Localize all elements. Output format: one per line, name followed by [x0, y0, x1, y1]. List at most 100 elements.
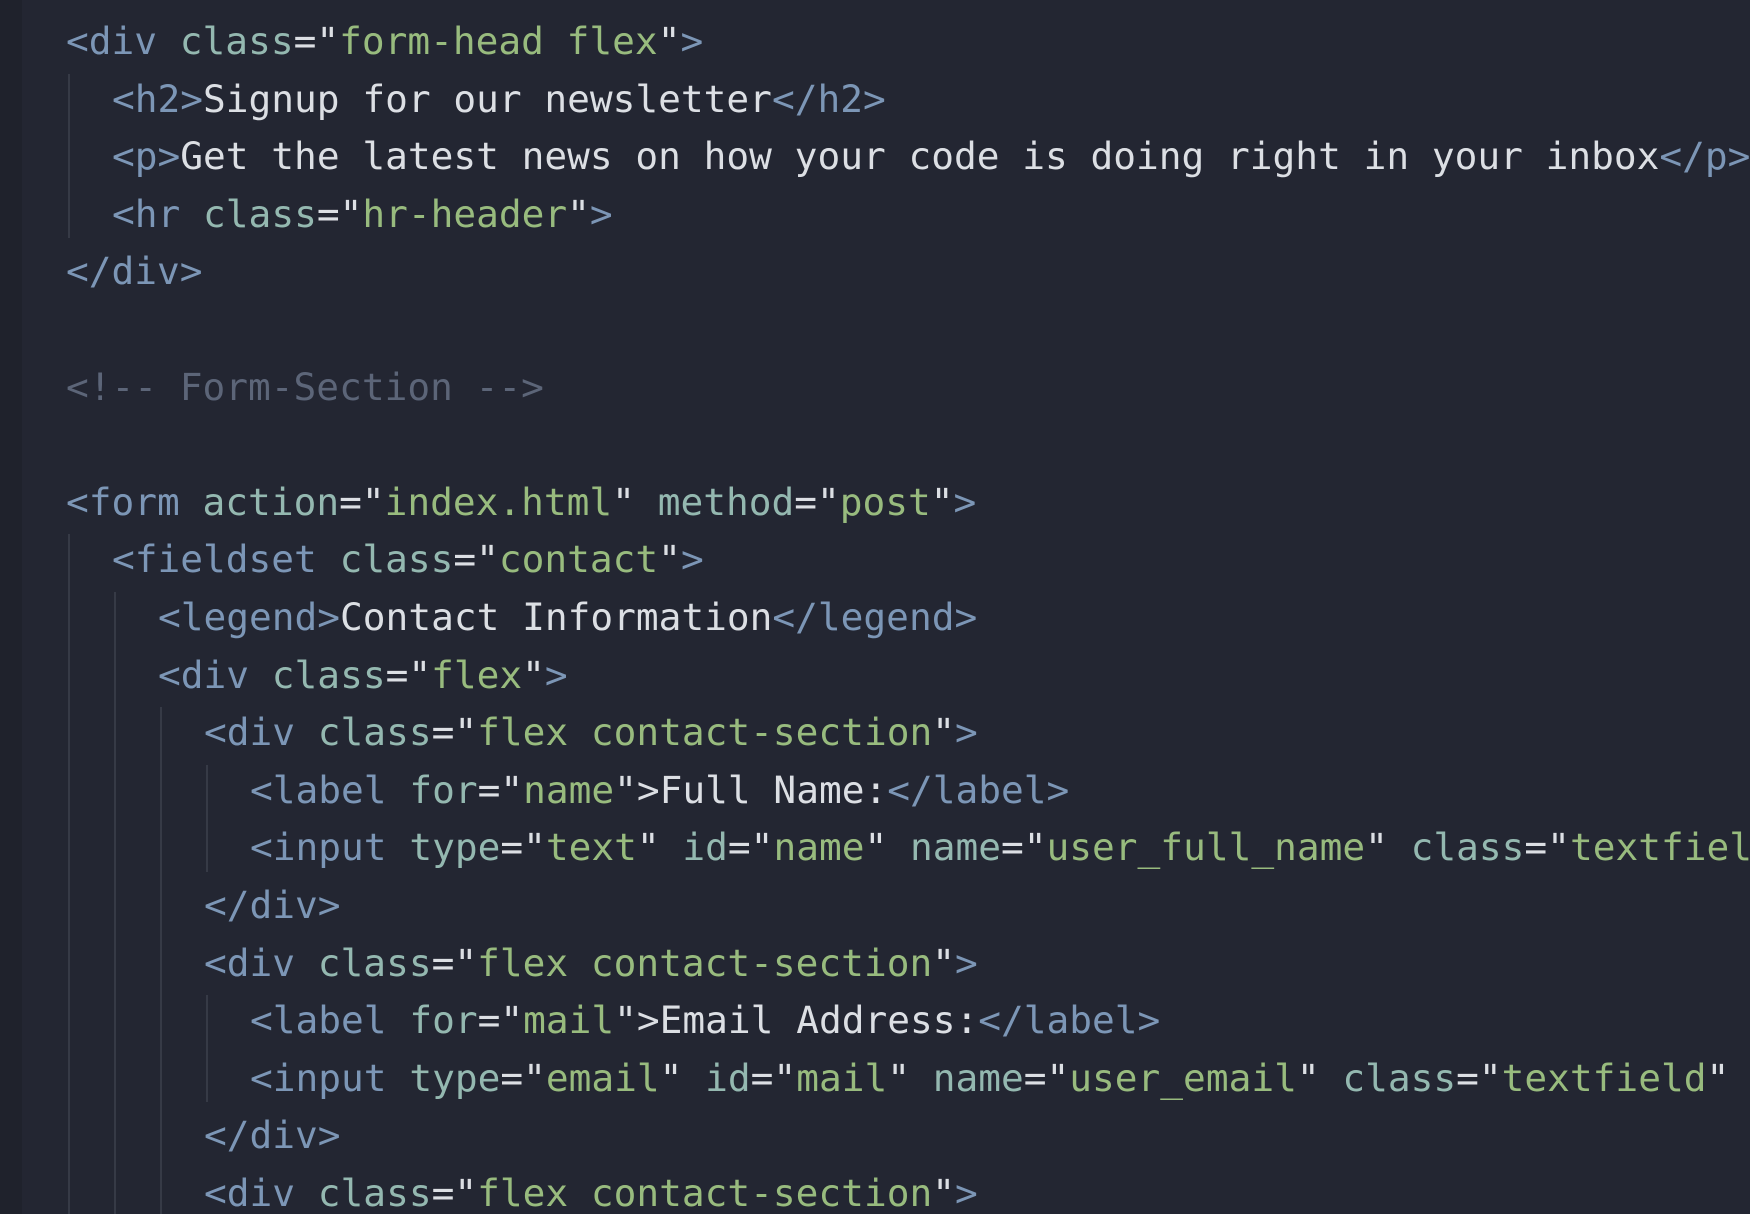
indent-guide — [160, 707, 162, 1214]
attribute-token: class — [317, 710, 432, 755]
tag-token: </h2> — [771, 76, 886, 121]
attribute-token: action — [202, 479, 340, 524]
punct-token — [295, 1171, 318, 1214]
attribute-token: class — [1342, 1055, 1457, 1100]
punct-token: =" — [431, 710, 478, 755]
tag-token: <input — [250, 825, 387, 870]
text-token: Signup for our newsletter — [203, 76, 772, 121]
attribute-token: type — [409, 825, 501, 870]
string-token: mail — [796, 1055, 888, 1100]
code-line: </div> — [204, 876, 341, 934]
code-line: <input type="text" id="name" name="user_… — [250, 818, 1750, 876]
tag-token: <div — [204, 1171, 296, 1214]
punct-token: =" — [1001, 825, 1047, 870]
punct-token: " — [657, 19, 681, 63]
tag-token: <p> — [112, 134, 181, 179]
punct-token: =" — [794, 479, 840, 524]
punct-token — [249, 653, 272, 697]
punct-token: =" — [750, 1055, 797, 1100]
punct-token: =" — [453, 537, 499, 582]
tag-token: <legend> — [158, 595, 341, 639]
code-line: <div class="flex contact-section"> — [204, 934, 978, 992]
punct-token: =" — [339, 479, 385, 524]
punct-token: =" — [1023, 1055, 1070, 1100]
tag-token: > — [680, 537, 704, 582]
string-token: name — [523, 767, 615, 812]
code-line: <div class="form-head flex"> — [66, 12, 703, 70]
punct-token: " — [1706, 1055, 1730, 1100]
code-line: <h2>Signup for our newsletter</h2> — [112, 70, 886, 128]
attribute-token: type — [409, 1055, 501, 1100]
tag-token: </label> — [887, 767, 1070, 812]
string-token: post — [839, 479, 931, 524]
string-token: mail — [523, 998, 615, 1043]
punct-token: =" — [727, 825, 774, 870]
punct-token: =" — [1456, 1055, 1502, 1100]
text-token: Full Name: — [659, 767, 888, 812]
tag-token: <fieldset — [112, 537, 317, 582]
punct-token: " — [1365, 825, 1411, 870]
attribute-token: class — [271, 652, 386, 697]
code-editor[interactable]: <div class="form-head flex"> <h2>Signup f… — [0, 0, 1750, 1214]
attribute-token: for — [409, 767, 478, 812]
punct-token: =" — [1524, 825, 1570, 870]
punct-token: " — [522, 652, 545, 697]
punct-token — [295, 941, 318, 985]
punct-token: " — [930, 479, 954, 524]
string-token: index.html — [384, 479, 613, 524]
tag-token: </div> — [204, 883, 341, 927]
tag-token: </p> — [1659, 134, 1750, 179]
comment-token: <!-- Form-Section --> — [66, 364, 544, 409]
punct-token: =" — [477, 767, 524, 812]
tag-token: <label — [250, 998, 387, 1043]
attribute-token: class — [203, 191, 317, 236]
code-line: <div class="flex contact-section"> — [204, 703, 978, 761]
punct-token: " — [932, 940, 955, 985]
string-token: flex contact-section — [477, 710, 933, 755]
code-line: <label for="mail">Email Address:</label> — [250, 991, 1160, 1049]
attribute-token: name — [932, 1055, 1024, 1100]
tag-token: </div> — [66, 249, 203, 294]
punct-token: =" — [431, 940, 478, 985]
punct-token: "> — [614, 998, 660, 1043]
attribute-token: class — [339, 537, 454, 582]
punct-token: =" — [293, 19, 340, 63]
tag-token: <div — [158, 652, 250, 697]
tag-token: > — [953, 479, 977, 524]
punct-token: =" — [385, 652, 432, 697]
indent-guide — [68, 534, 70, 1214]
punct-token: =" — [431, 1171, 478, 1214]
attribute-token: for — [409, 998, 478, 1043]
string-token: contact — [498, 537, 659, 582]
indent-guide — [68, 73, 70, 239]
punct-token: " — [932, 1171, 955, 1214]
text-token: Get the latest news on how your code is … — [180, 134, 1660, 179]
punct-token: " — [567, 191, 590, 236]
string-token: textfield — [1569, 825, 1750, 870]
tag-token: <input — [250, 1055, 387, 1100]
indent-guide — [206, 764, 208, 872]
tag-token: > — [954, 940, 978, 985]
tag-token: </legend> — [772, 595, 978, 639]
tag-token: </label> — [978, 998, 1161, 1043]
punct-token — [387, 1056, 410, 1100]
text-token: Contact Information — [340, 595, 773, 639]
tag-token: <label — [250, 767, 387, 812]
attribute-token: class — [317, 1171, 432, 1214]
punct-token — [180, 192, 203, 236]
code-line: <form action="index.html" method="post"> — [66, 473, 976, 531]
string-token: form-head flex — [339, 19, 658, 63]
code-line: <div class="flex"> — [158, 646, 568, 704]
attribute-token: class — [317, 940, 432, 985]
punct-token — [387, 768, 410, 812]
code-line: <label for="name">Full Name:</label> — [250, 761, 1069, 819]
punct-token: =" — [500, 825, 546, 870]
punct-token: " — [612, 479, 658, 524]
punct-token — [157, 19, 180, 63]
attribute-token: name — [909, 825, 1002, 870]
punct-token: =" — [477, 998, 524, 1043]
tag-token: <form — [66, 479, 180, 524]
punct-token — [295, 710, 318, 754]
punct-token — [387, 825, 410, 869]
tag-token: <hr — [112, 191, 181, 236]
